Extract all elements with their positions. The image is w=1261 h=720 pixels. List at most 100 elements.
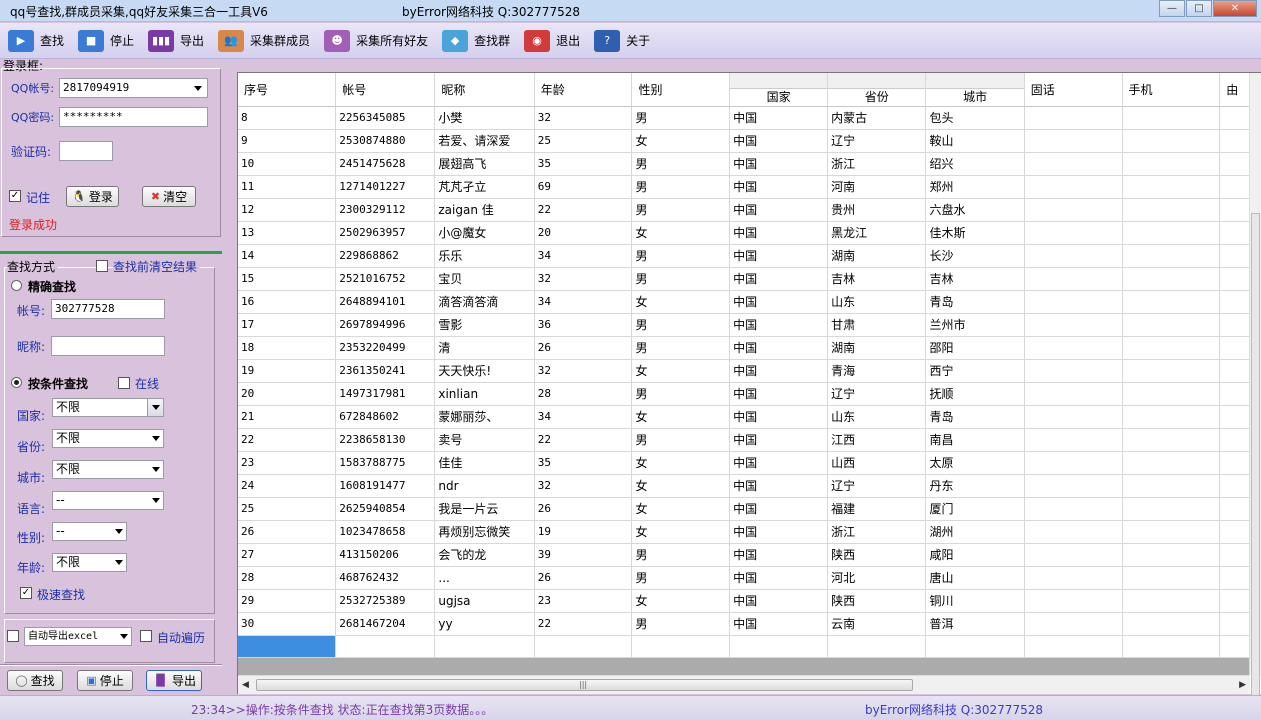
table-cell[interactable] bbox=[335, 635, 436, 658]
new-row[interactable] bbox=[238, 635, 1250, 658]
toolbar-button-0[interactable]: ▶ 查找 bbox=[8, 29, 64, 52]
table-cell: 26 bbox=[238, 520, 337, 544]
column-header[interactable]: 序号 bbox=[238, 73, 337, 107]
toolbar-button-6[interactable]: ◉ 退出 bbox=[524, 29, 580, 52]
close-icon[interactable]: ✕ bbox=[1213, 0, 1257, 17]
online-label: 在线 bbox=[135, 377, 160, 391]
toolbar-button-3[interactable]: 👥 采集群成员 bbox=[218, 29, 310, 52]
toolbar-button-4[interactable]: ☻ 采集所有好友 bbox=[324, 29, 428, 52]
table-cell[interactable] bbox=[925, 635, 1025, 658]
table-cell: 雪影 bbox=[434, 313, 535, 337]
table-cell: 山东 bbox=[827, 405, 927, 429]
table-row[interactable]: 14 229868862 乐乐 34 男中国 湖南 长沙 bbox=[238, 244, 1250, 268]
toolbar-button-1[interactable]: ■ 停止 bbox=[78, 29, 134, 52]
search-button[interactable]: ◯ 查找 bbox=[7, 670, 63, 691]
table-row[interactable]: 29 2532725389 ugjsa 23 女中国 陕西 铜川 bbox=[238, 589, 1250, 613]
table-row[interactable]: 9 2530874880 若爱、请深爱 25 女中国 辽宁 鞍山 bbox=[238, 129, 1250, 153]
qq-account-combo[interactable]: 2817094919 bbox=[59, 78, 208, 98]
column-header[interactable]: 省份 bbox=[827, 73, 927, 107]
country-select[interactable]: 不限 bbox=[52, 398, 164, 417]
table-row[interactable]: 17 2697894996 雪影 36 男中国 甘肃 兰州市 bbox=[238, 313, 1250, 337]
vertical-scroll-thumb[interactable] bbox=[1251, 213, 1260, 720]
table-row[interactable]: 30 2681467204 yy 22 男中国 云南 普洱 bbox=[238, 612, 1250, 636]
scroll-left-icon[interactable]: ◀ bbox=[242, 680, 249, 690]
table-row[interactable]: 19 2361350241 天天快乐! 32 女中国 青海 西宁 bbox=[238, 359, 1250, 383]
column-header[interactable]: 帐号 bbox=[335, 73, 436, 107]
scroll-right-icon[interactable]: ▶ bbox=[1239, 680, 1246, 690]
table-row[interactable]: 26 1023478658 再烦别忘微笑 19 女中国 浙江 湖州 bbox=[238, 520, 1250, 544]
account-field[interactable]: 302777528 bbox=[51, 299, 165, 319]
table-cell bbox=[1219, 612, 1250, 636]
table-row[interactable]: 8 2256345085 小樊 32 男中国 内蒙古 包头 bbox=[238, 106, 1250, 130]
table-row[interactable]: 11 1271401227 芃芃孑立 69 男中国 河南 郑州 bbox=[238, 175, 1250, 199]
column-header[interactable]: 国家 bbox=[729, 73, 829, 107]
province-select[interactable]: 不限 bbox=[52, 429, 164, 448]
table-row[interactable]: 18 2353220499 清 26 男中国 湖南 邵阳 bbox=[238, 336, 1250, 360]
table-cell: 34 bbox=[534, 405, 633, 429]
column-header[interactable]: 城市 bbox=[925, 73, 1025, 107]
column-header[interactable]: 性别 bbox=[631, 73, 731, 107]
column-header[interactable]: 由 bbox=[1219, 73, 1250, 107]
online-checkbox[interactable] bbox=[118, 377, 130, 389]
stop-button[interactable]: ▣ 停止 bbox=[77, 670, 133, 691]
toolbar-button-5[interactable]: ◆ 查找群 bbox=[442, 29, 510, 52]
nickname-field[interactable] bbox=[51, 336, 165, 356]
condition-search-radio[interactable] bbox=[11, 377, 22, 388]
table-row[interactable]: 12 2300329112 zaigan 佳 22 男中国 贵州 六盘水 bbox=[238, 198, 1250, 222]
table-row[interactable]: 24 1608191477 ndr 32 女中国 辽宁 丹东 bbox=[238, 474, 1250, 498]
column-header[interactable]: 昵称 bbox=[434, 73, 535, 107]
auto-traverse-checkbox[interactable] bbox=[140, 630, 152, 642]
table-cell: 34 bbox=[534, 290, 633, 314]
table-row[interactable]: 10 2451475628 展翅高飞 35 男中国 浙江 绍兴 bbox=[238, 152, 1250, 176]
remember-checkbox[interactable]: ✓ bbox=[9, 190, 21, 202]
export-button[interactable]: ▐▌ 导出 bbox=[146, 670, 202, 691]
clear-button[interactable]: ✖ 清空 bbox=[142, 186, 196, 207]
table-cell[interactable] bbox=[631, 635, 731, 658]
table-cell[interactable] bbox=[534, 635, 633, 658]
column-header[interactable]: 年龄 bbox=[534, 73, 633, 107]
fast-search-checkbox[interactable]: ✓ bbox=[20, 587, 32, 599]
table-row[interactable]: 28 468762432... 26 男中国 河北 唐山 bbox=[238, 566, 1250, 590]
maximize-icon[interactable]: □ bbox=[1186, 0, 1212, 17]
table-cell[interactable] bbox=[1122, 635, 1221, 658]
column-header[interactable]: 手机 bbox=[1122, 73, 1221, 107]
table-cell[interactable] bbox=[729, 635, 829, 658]
clear-before-checkbox[interactable] bbox=[96, 260, 108, 272]
table-row[interactable]: 20 1497317981 xinlian 28 男中国 辽宁 抚顺 bbox=[238, 382, 1250, 406]
exit-icon: ◉ bbox=[524, 29, 551, 52]
age-select[interactable]: 不限 bbox=[52, 553, 127, 572]
chevron-down-icon bbox=[152, 498, 160, 503]
table-row[interactable]: 16 2648894101 滴答滴答滴 34 女中国 山东 青岛 bbox=[238, 290, 1250, 314]
login-button[interactable]: 🐧 登录 bbox=[66, 186, 119, 207]
table-cell[interactable] bbox=[1219, 635, 1250, 658]
table-cell[interactable] bbox=[827, 635, 927, 658]
table-row[interactable]: 25 2625940854 我是一片云 26 女中国 福建 厦门 bbox=[238, 497, 1250, 521]
table-row[interactable]: 21 672848602 蒙娜丽莎、 34 女中国 山东 青岛 bbox=[238, 405, 1250, 429]
exact-search-radio[interactable] bbox=[11, 280, 22, 291]
auto-export-checkbox[interactable] bbox=[7, 630, 19, 642]
toolbar-button-7[interactable]: ? 关于 bbox=[594, 29, 650, 52]
left-panel: 登录框: QQ帐号: 2817094919 QQ密码: ********* 验证… bbox=[0, 59, 224, 695]
column-header[interactable]: 固话 bbox=[1024, 73, 1123, 107]
table-cell[interactable] bbox=[1024, 635, 1123, 658]
auto-export-select[interactable]: 自动导出excel bbox=[24, 627, 132, 646]
table-row[interactable]: 13 2502963957 小@魔女 20 女中国 黑龙江 佳木斯 bbox=[238, 221, 1250, 245]
table-row[interactable]: 27 413150206 会飞的龙 39 男中国 陕西 咸阳 bbox=[238, 543, 1250, 567]
table-cell: 黑龙江 bbox=[827, 221, 927, 245]
table-row[interactable]: 23 1583788775 佳佳 35 女中国 山西 太原 bbox=[238, 451, 1250, 475]
horizontal-scrollbar[interactable]: ◀ ||| ▶ bbox=[238, 675, 1250, 694]
toolbar-button-2[interactable]: ▮▮▮ 导出 bbox=[148, 29, 204, 52]
table-row[interactable]: 22 2238658130 卖号 22 男中国 江西 南昌 bbox=[238, 428, 1250, 452]
vertical-scrollbar[interactable] bbox=[1249, 73, 1261, 720]
country-label: 国家: bbox=[17, 409, 46, 423]
table-row[interactable]: 15 2521016752 宝贝 32 男中国 吉林 吉林 bbox=[238, 267, 1250, 291]
gender-select[interactable]: -- bbox=[52, 522, 127, 541]
minimize-icon[interactable]: — bbox=[1159, 0, 1185, 17]
selected-cell[interactable] bbox=[238, 635, 337, 658]
qq-password-field[interactable]: ********* bbox=[59, 107, 208, 127]
captcha-field[interactable] bbox=[59, 141, 113, 161]
language-select[interactable]: -- bbox=[52, 491, 164, 510]
city-select[interactable]: 不限 bbox=[52, 460, 164, 479]
table-cell[interactable] bbox=[434, 635, 535, 658]
horizontal-scroll-thumb[interactable]: ||| bbox=[256, 679, 913, 691]
